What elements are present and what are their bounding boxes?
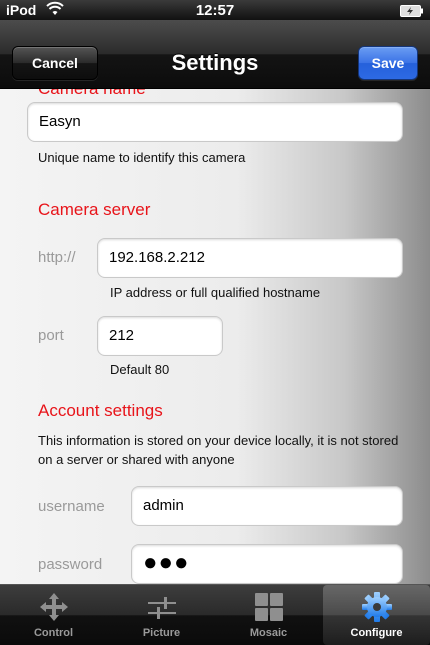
camera-name-hint: Unique name to identify this camera: [38, 150, 246, 165]
password-value: ●●●: [143, 549, 190, 576]
account-description: This information is stored on your devic…: [38, 433, 399, 467]
port-label: port: [38, 327, 64, 344]
section-title-camera-server: Camera server: [38, 200, 151, 219]
camera-name-value: Easyn: [39, 113, 81, 130]
password-field[interactable]: ●●●: [131, 544, 403, 584]
section-title-account-settings: Account settings: [38, 401, 163, 420]
tab-mosaic[interactable]: Mosaic: [215, 585, 322, 645]
clock: 12:57: [195, 2, 235, 19]
tab-control[interactable]: Control: [0, 585, 107, 645]
save-button[interactable]: Save: [358, 46, 418, 80]
username-label: username: [38, 498, 105, 515]
tab-mosaic-label: Mosaic: [249, 627, 288, 639]
sliders-icon: [108, 591, 215, 623]
password-label: password: [38, 556, 103, 573]
section-title-camera-name: Camera name: [38, 89, 146, 99]
username-field[interactable]: admin: [131, 486, 403, 526]
tab-configure-label: Configure: [350, 627, 403, 639]
tab-configure[interactable]: Configure: [323, 585, 430, 645]
http-host-value: 192.168.2.212: [109, 249, 205, 266]
navigation-bar: Cancel Settings Save: [0, 20, 430, 89]
camera-name-field[interactable]: Easyn: [27, 102, 403, 142]
gear-icon: [323, 591, 430, 623]
username-value: admin: [143, 497, 184, 514]
http-host-field[interactable]: 192.168.2.212: [97, 238, 403, 278]
http-hint: IP address or full qualified hostname: [110, 285, 321, 300]
status-bar: iPod 12:57: [0, 0, 430, 20]
move-arrows-icon: [0, 591, 107, 623]
port-hint: Default 80: [110, 362, 170, 377]
tab-picture-label: Picture: [142, 627, 181, 639]
tab-bar: Control Picture Mosaic Configure: [0, 584, 430, 645]
port-value: 212: [109, 327, 135, 344]
port-field[interactable]: 212: [97, 316, 223, 356]
http-label: http://: [38, 249, 76, 266]
settings-form[interactable]: Camera name Easyn Unique name to identif…: [0, 89, 430, 584]
tab-picture[interactable]: Picture: [108, 585, 215, 645]
tab-control-label: Control: [33, 627, 74, 639]
grid-icon: [215, 591, 322, 623]
